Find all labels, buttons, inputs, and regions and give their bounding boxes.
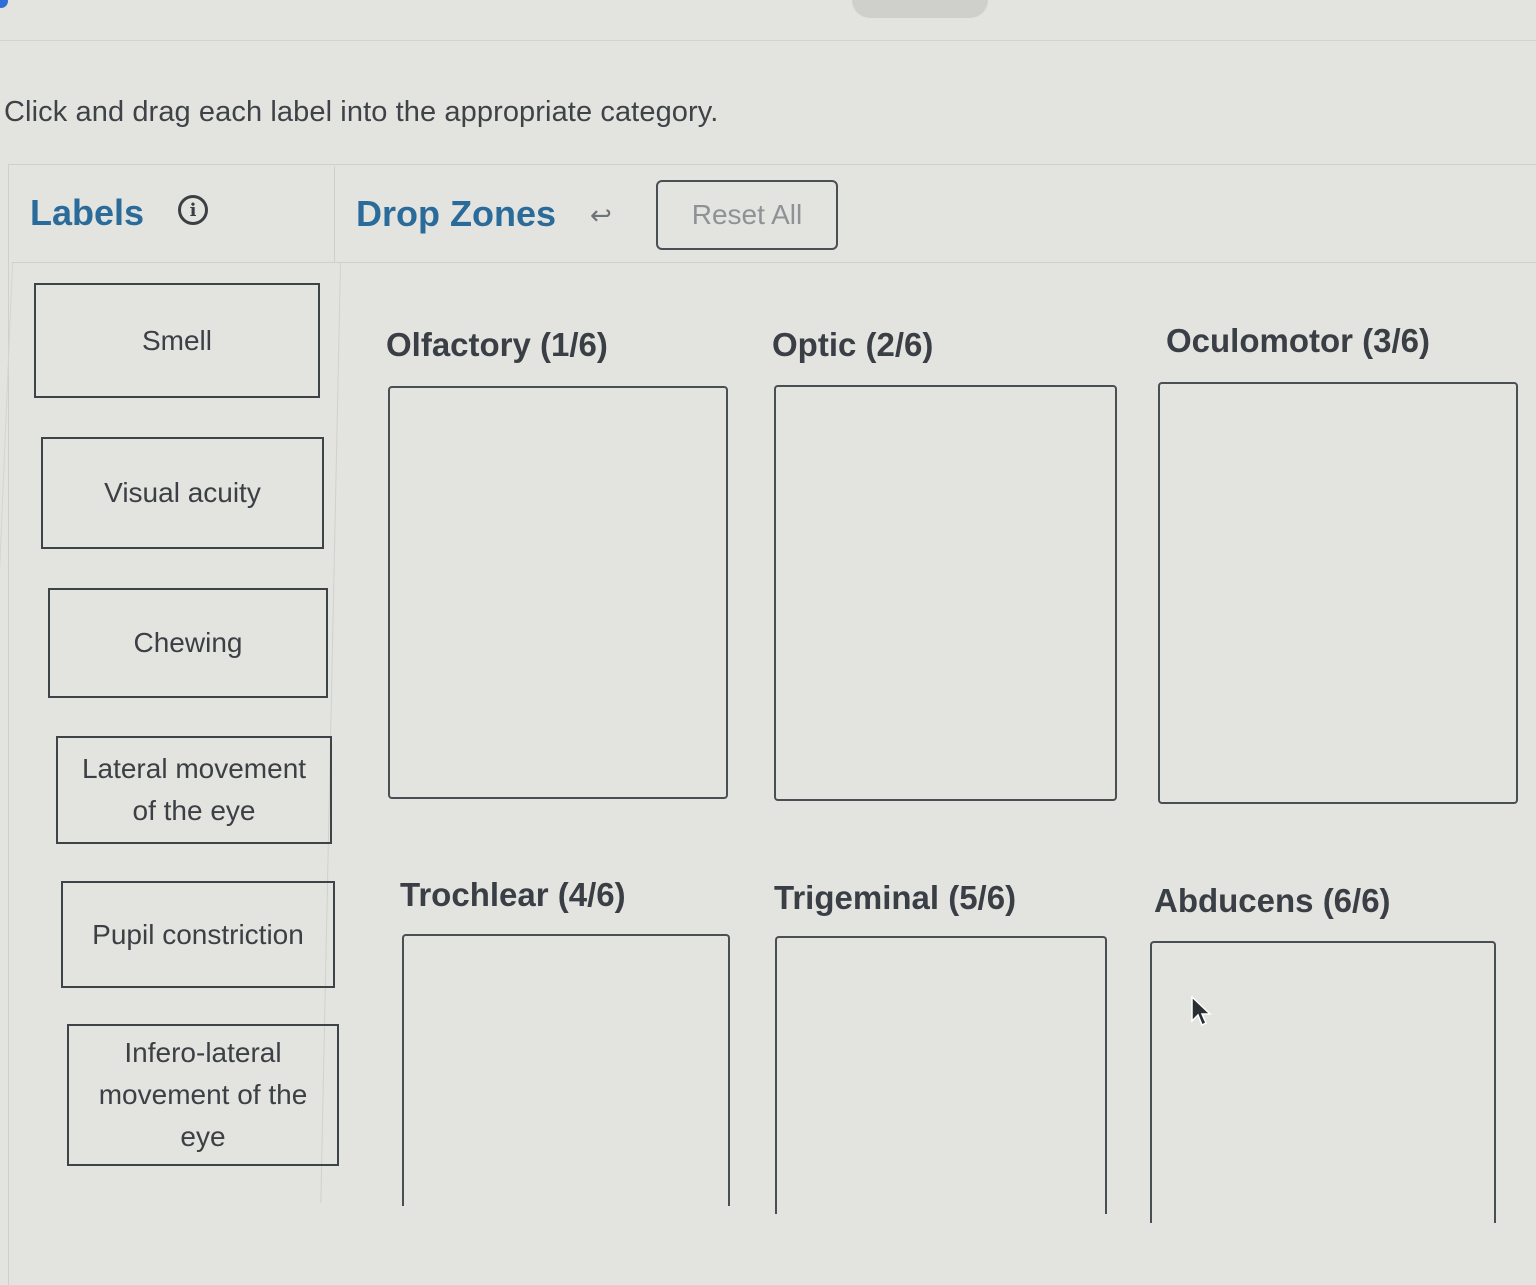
label-card-lateral-movement[interactable]: Lateral movement of the eye [56,736,332,844]
zone-title-abducens: Abducens (6/6) [1154,882,1391,919]
label-card-infero-lateral-movement[interactable]: Infero-lateral movement of the eye [67,1024,339,1166]
label-line: Pupil constriction [92,918,304,950]
labels-heading: Labels [30,192,145,233]
zone-title-trochlear: Trochlear (4/6) [400,876,626,913]
zone-title-olfactory: Olfactory (1/6) [386,326,608,363]
top-divider [0,40,1536,41]
zone-title-optic: Optic (2/6) [772,326,934,363]
reset-all-button[interactable]: Reset All [656,180,838,250]
label-card-pupil-constriction[interactable]: Pupil constriction [61,881,335,988]
header-column-divider [334,166,335,263]
label-line: Visual acuity [104,477,261,508]
label-card-chewing[interactable]: Chewing [48,588,328,698]
label-card-text: Lateral movement of the eye [82,748,306,832]
label-card-smell[interactable]: Smell [34,283,320,398]
info-icon-glyph: i [189,199,197,221]
label-line: movement of the [98,1079,308,1110]
label-card-visual-acuity[interactable]: Visual acuity [41,437,324,549]
mouse-cursor-icon [1191,996,1212,1027]
zone-title-trigeminal: Trigeminal (5/6) [774,879,1017,916]
info-icon[interactable]: i [178,195,208,225]
label-line: of the eye [132,795,256,826]
instructions-text: Click and drag each label into the appro… [4,96,719,128]
drop-zone-trigeminal[interactable] [775,936,1107,1214]
label-line: Lateral movement [81,753,307,784]
drop-zone-optic[interactable] [774,385,1117,801]
drop-zone-trochlear[interactable] [402,934,730,1206]
label-line: Smell [141,324,212,356]
drop-zone-oculomotor[interactable] [1158,382,1518,804]
zone-title-oculomotor: Oculomotor (3/6) [1166,322,1431,359]
label-line: Infero-lateral [124,1037,282,1068]
label-line: Chewing [133,627,243,658]
corner-indicator [0,0,8,8]
label-card-text: Chewing [134,622,243,664]
label-line: eye [180,1121,226,1152]
header-divider [12,262,1536,263]
label-card-text: Infero-lateral movement of the eye [99,1032,308,1158]
label-card-text: Smell [142,320,212,362]
drop-zone-abducens[interactable] [1150,941,1496,1223]
drop-zone-olfactory[interactable] [388,386,728,799]
drop-zones-heading: Drop Zones [356,193,557,234]
top-tab [852,0,988,18]
label-card-text: Pupil constriction [92,914,304,956]
label-card-text: Visual acuity [104,472,261,514]
undo-icon[interactable]: ↩ [590,200,612,231]
